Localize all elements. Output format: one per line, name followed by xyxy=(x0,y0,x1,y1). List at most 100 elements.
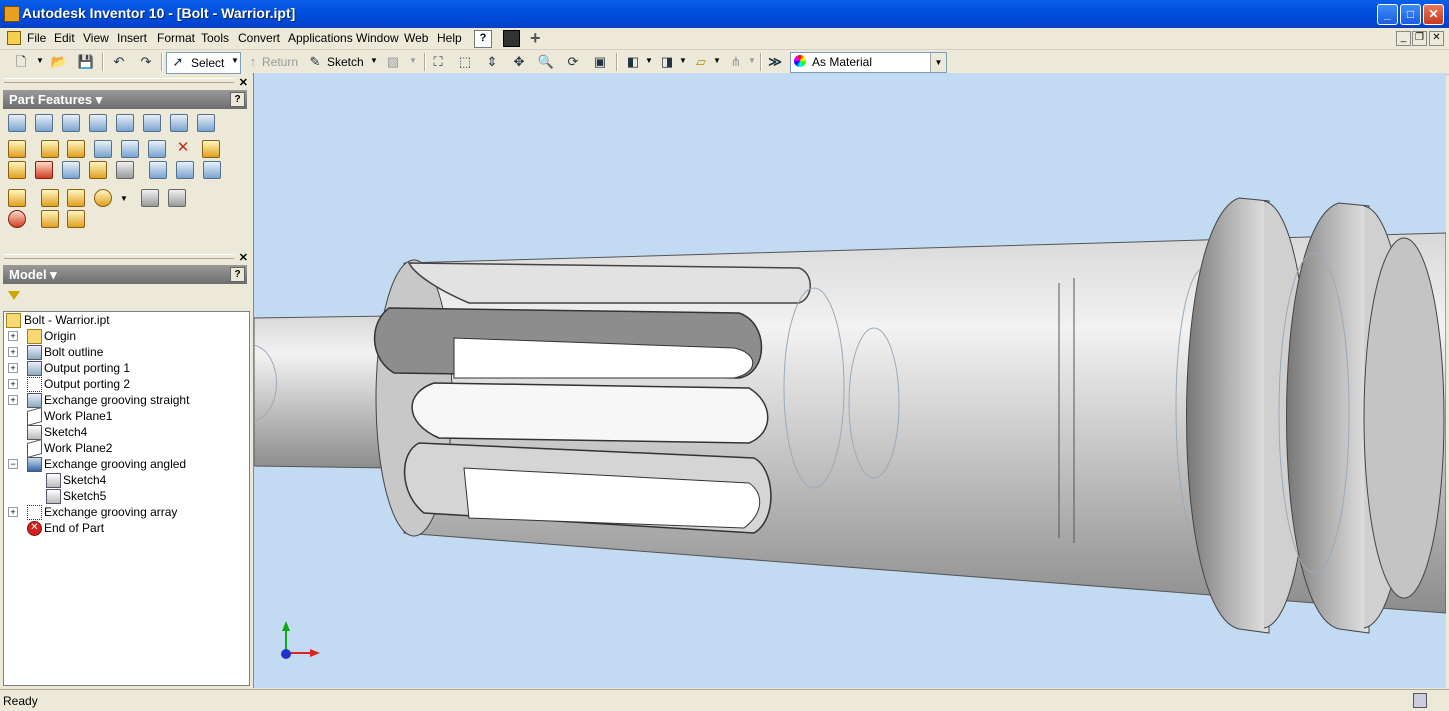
zoom-all-icon[interactable]: ⛶ xyxy=(429,53,447,71)
help-topics-icon[interactable]: ? xyxy=(474,30,492,48)
menu-applications[interactable]: Applications xyxy=(288,31,353,45)
ipart-icon[interactable] xyxy=(67,210,85,228)
expand-icon[interactable]: + xyxy=(8,395,18,405)
doc-minimize-button[interactable]: _ xyxy=(1396,31,1411,46)
fillet-icon[interactable] xyxy=(41,140,59,158)
plus-icon[interactable]: + xyxy=(530,28,541,49)
select-button[interactable]: ➚ Select xyxy=(166,52,241,74)
rotate-icon[interactable]: ⟳ xyxy=(564,53,582,71)
thread-icon[interactable] xyxy=(8,140,26,158)
save-icon[interactable]: 💾 xyxy=(77,53,95,71)
extrude-icon[interactable] xyxy=(8,114,26,132)
menu-convert[interactable]: Convert xyxy=(238,31,280,45)
work-plane-icon[interactable] xyxy=(8,189,26,207)
calculator-icon[interactable] xyxy=(503,30,520,47)
split-icon[interactable] xyxy=(121,140,139,158)
look-at-icon[interactable]: ▣ xyxy=(591,53,609,71)
shell-icon[interactable] xyxy=(89,114,107,132)
derived-component-icon[interactable] xyxy=(62,161,80,179)
part-features-help-icon[interactable]: ? xyxy=(230,92,245,107)
display-dropdown-chevron-icon[interactable]: ▼ xyxy=(645,56,653,65)
insert-ifeature-icon[interactable] xyxy=(41,210,59,228)
sketch-dropdown-chevron-icon[interactable]: ▼ xyxy=(370,56,378,65)
work-point-dropdown-chevron-icon[interactable]: ▼ xyxy=(120,194,128,203)
section-dropdown-chevron-icon[interactable]: ▼ xyxy=(713,56,721,65)
open-folder-icon[interactable]: 📂 xyxy=(50,53,68,71)
emboss-icon[interactable] xyxy=(8,161,26,179)
delete-face-icon[interactable]: ✕ xyxy=(175,140,191,156)
coil-icon[interactable] xyxy=(197,114,215,132)
pan-icon[interactable]: ✥ xyxy=(510,53,528,71)
menu-insert[interactable]: Insert xyxy=(117,31,147,45)
expand-icon[interactable]: + xyxy=(8,507,18,517)
loft-icon[interactable] xyxy=(143,114,161,132)
redo-icon[interactable]: ↷ xyxy=(137,53,155,71)
select-dropdown-chevron-icon[interactable]: ▼ xyxy=(231,56,239,65)
model-header[interactable]: Model ▾ ? xyxy=(3,265,247,284)
thicken-icon[interactable] xyxy=(89,161,107,179)
zoom-icon[interactable]: ⇕ xyxy=(483,53,501,71)
new-dropdown-chevron-icon[interactable]: ▼ xyxy=(36,56,44,65)
grounded-point-icon[interactable] xyxy=(94,189,112,207)
revolve-icon[interactable] xyxy=(35,114,53,132)
expand-icon[interactable]: + xyxy=(8,347,18,357)
doc-close-button[interactable]: ✕ xyxy=(1429,31,1444,46)
circular-pattern-icon[interactable] xyxy=(149,161,167,179)
undo-icon[interactable]: ↶ xyxy=(110,53,128,71)
model-help-icon[interactable]: ? xyxy=(230,267,245,282)
menu-window[interactable]: Window xyxy=(356,31,399,45)
menu-web[interactable]: Web xyxy=(404,31,428,45)
collapse-icon[interactable]: − xyxy=(8,459,18,469)
work-point-icon[interactable] xyxy=(67,189,85,207)
inventor-app-icon[interactable] xyxy=(4,6,20,22)
sketch-pencil-icon[interactable]: ✎ xyxy=(306,53,324,71)
menu-tools[interactable]: Tools xyxy=(201,31,229,45)
minimize-button[interactable]: _ xyxy=(1377,4,1398,25)
analysis-icon[interactable]: ≫ xyxy=(766,53,784,71)
expand-icon[interactable]: + xyxy=(8,363,18,373)
menu-file[interactable]: File xyxy=(27,31,46,45)
sketch-button[interactable]: Sketch xyxy=(327,55,364,69)
section-view-icon[interactable]: ▱ xyxy=(692,53,710,71)
mirror-icon[interactable] xyxy=(203,161,221,179)
work-axis-icon[interactable] xyxy=(41,189,59,207)
promote-icon[interactable] xyxy=(141,189,159,207)
shaded-display-icon[interactable]: ◧ xyxy=(624,53,642,71)
hole-icon[interactable] xyxy=(62,114,80,132)
menu-help[interactable]: Help xyxy=(437,31,462,45)
maximize-button[interactable]: □ xyxy=(1400,4,1421,25)
rectangular-pattern-icon[interactable] xyxy=(116,161,134,179)
shadow-dropdown-chevron-icon[interactable]: ▼ xyxy=(679,56,687,65)
menu-edit[interactable]: Edit xyxy=(54,31,75,45)
shadow-icon[interactable]: ◨ xyxy=(658,53,676,71)
rib-icon[interactable] xyxy=(116,114,134,132)
close-button[interactable]: ✕ xyxy=(1423,4,1444,25)
panel-close-icon[interactable]: ✕ xyxy=(239,251,248,264)
status-tray-icon[interactable] xyxy=(1413,693,1427,708)
decal-icon[interactable] xyxy=(35,161,53,179)
create-ifeature-icon[interactable] xyxy=(8,210,26,228)
chamfer-icon[interactable] xyxy=(67,140,85,158)
parameters-doc-icon[interactable] xyxy=(168,189,186,207)
part-features-header[interactable]: Part Features ▾ ? xyxy=(3,90,247,109)
mirror-feature-icon[interactable] xyxy=(176,161,194,179)
color-style-combo[interactable]: As Material ▼ xyxy=(790,52,947,73)
new-file-icon[interactable]: 🗋 xyxy=(12,53,30,71)
filter-icon[interactable] xyxy=(8,291,20,300)
zoom-window-icon[interactable]: ⬚ xyxy=(456,53,474,71)
corner-icon[interactable] xyxy=(202,140,220,158)
menu-format[interactable]: Format xyxy=(157,31,195,45)
panel-grip[interactable] xyxy=(4,254,234,259)
face-draft-icon[interactable] xyxy=(94,140,112,158)
document-icon[interactable] xyxy=(7,31,21,45)
expand-icon[interactable]: + xyxy=(8,379,18,389)
combo-chevron-down-icon[interactable]: ▼ xyxy=(930,53,946,72)
sweep-icon[interactable] xyxy=(170,114,188,132)
panel-grip[interactable] xyxy=(4,78,234,83)
doc-restore-button[interactable]: ❐ xyxy=(1412,31,1427,46)
move-face-icon[interactable] xyxy=(148,140,166,158)
menu-view[interactable]: View xyxy=(83,31,109,45)
panel-close-icon[interactable]: ✕ xyxy=(239,76,248,89)
zoom-selected-icon[interactable]: 🔍 xyxy=(537,53,555,71)
return-button[interactable]: Return xyxy=(262,55,298,69)
